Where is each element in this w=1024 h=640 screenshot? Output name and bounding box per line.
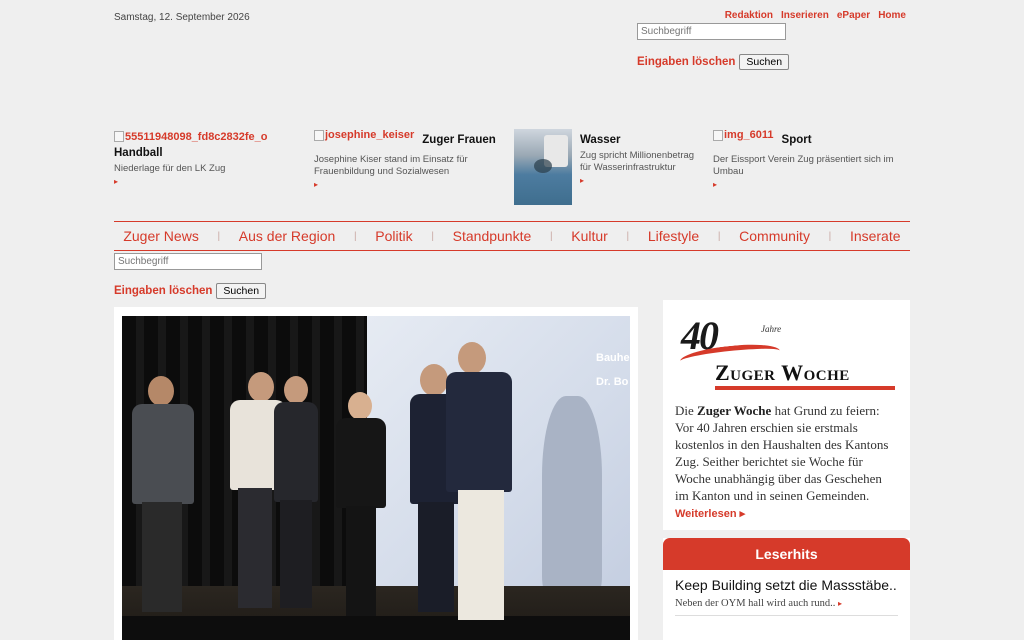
screen-text: Dr. Bo (596, 376, 629, 388)
nav-item-kultur[interactable]: Kultur (571, 228, 608, 244)
link-redaktion[interactable]: Redaktion (725, 10, 773, 21)
arrow-icon[interactable]: ▸ (314, 180, 504, 189)
nav-item-standpunkte[interactable]: Standpunkte (453, 228, 532, 244)
nav-item-politik[interactable]: Politik (375, 228, 412, 244)
nav-item-zuger-news[interactable]: Zuger News (123, 228, 198, 244)
teaser-handball[interactable]: 55511948098_fd8c2832fe_o Handball Nieder… (114, 129, 304, 186)
divider (675, 615, 898, 616)
nav-separator: | (549, 230, 553, 242)
teaser-title[interactable]: Sport (782, 134, 812, 146)
zuger-woche-logo[interactable]: 40 Jahre Zuger Woche (675, 312, 898, 390)
nav-separator: | (354, 230, 357, 242)
nav-item-lifestyle[interactable]: Lifestyle (648, 228, 699, 244)
teaser-image[interactable]: img_6011 (713, 129, 774, 141)
leserhits-box: Leserhits Keep Building setzt die Massst… (663, 538, 910, 640)
logo-underline (715, 386, 895, 390)
nav-separator: | (828, 230, 832, 242)
teaser-title[interactable]: Handball (114, 147, 304, 159)
logo-name: Zuger Woche (715, 360, 850, 385)
teaser-image[interactable]: 55511948098_fd8c2832fe_o (114, 131, 268, 143)
clear-search-link[interactable]: Eingaben löschen (114, 285, 212, 297)
nav-separator: | (717, 230, 721, 242)
header-search: Eingaben löschen Suchen (637, 21, 790, 70)
nav-separator: | (431, 230, 434, 242)
teaser-desc: Josephine Kiser stand im Einsatz für Fra… (314, 154, 468, 177)
search-input[interactable] (637, 23, 786, 40)
leserhit-desc[interactable]: Neben der OYM hall wird auch rund.. ▸ (663, 595, 910, 609)
teaser-sport[interactable]: img_6011 Sport Der Eissport Verein Zug p… (713, 129, 903, 189)
screen-text: Bauhe (596, 352, 630, 364)
anniversary-text: Die Zuger Woche hat Grund zu feiern: Vor… (675, 403, 889, 520)
link-home[interactable]: Home (878, 10, 906, 21)
teaser-title[interactable]: Zuger Frauen (422, 134, 495, 146)
main-nav: Zuger News | Aus der Region | Politik | … (114, 221, 910, 251)
hero-article[interactable]: Bauhe Dr. Bo (114, 307, 638, 640)
teaser-desc: Zug spricht Millionenbetrag für Wasserin… (580, 150, 695, 173)
leserhits-title: Leserhits (663, 538, 910, 570)
arrow-icon: ▸ (838, 599, 843, 608)
wall-shadow (542, 396, 602, 596)
nav-item-community[interactable]: Community (739, 228, 810, 244)
image-alt-text: 55511948098_fd8c2832fe_o (125, 130, 268, 143)
brand-name: Zuger Woche (697, 403, 772, 418)
read-more-link[interactable]: Weiterlesen ▸ (675, 508, 745, 520)
teaser-desc: Niederlage für den LK Zug (114, 163, 226, 174)
nav-separator: | (626, 230, 630, 242)
stage-edge (122, 616, 630, 640)
nav-separator: | (217, 230, 221, 242)
leserhit-title[interactable]: Keep Building setzt die Massstäbe.. (663, 570, 910, 595)
logo-jahre: Jahre (761, 324, 782, 334)
teaser-title[interactable]: Wasser (580, 134, 704, 146)
image-alt-text: josephine_keiser (325, 129, 415, 141)
nav-search: Eingaben löschen Suchen (114, 251, 267, 299)
link-epaper[interactable]: ePaper (837, 10, 870, 21)
link-inserieren[interactable]: Inserieren (781, 10, 829, 21)
date-label: Samstag, 12. September 2026 (114, 12, 250, 23)
teaser-wasser[interactable]: Wasser Zug spricht Millionenbetrag für W… (514, 129, 704, 205)
search-input[interactable] (114, 253, 262, 270)
search-button[interactable]: Suchen (216, 283, 267, 299)
image-alt-text: img_6011 (724, 129, 774, 141)
arrow-icon[interactable]: ▸ (114, 177, 304, 186)
hero-photo[interactable]: Bauhe Dr. Bo (122, 316, 630, 640)
arrow-icon[interactable]: ▸ (713, 180, 903, 189)
teaser-zuger-frauen[interactable]: josephine_keiser Zuger Frauen Josephine … (314, 129, 504, 189)
nav-item-aus-der-region[interactable]: Aus der Region (239, 228, 336, 244)
anniversary-box: 40 Jahre Zuger Woche Die Zuger Woche hat… (663, 300, 910, 530)
top-links: Redaktion Inserieren ePaper Home (725, 10, 906, 21)
teaser-thumbnail[interactable] (514, 129, 572, 205)
nav-item-inserate[interactable]: Inserate (850, 228, 901, 244)
arrow-icon[interactable]: ▸ (580, 176, 704, 185)
teaser-image[interactable]: josephine_keiser (314, 129, 414, 141)
teaser-strip: 55511948098_fd8c2832fe_o Handball Nieder… (114, 129, 910, 209)
search-button[interactable]: Suchen (739, 54, 790, 70)
teaser-desc: Der Eissport Verein Zug präsentiert sich… (713, 154, 894, 177)
clear-search-link[interactable]: Eingaben löschen (637, 56, 735, 68)
